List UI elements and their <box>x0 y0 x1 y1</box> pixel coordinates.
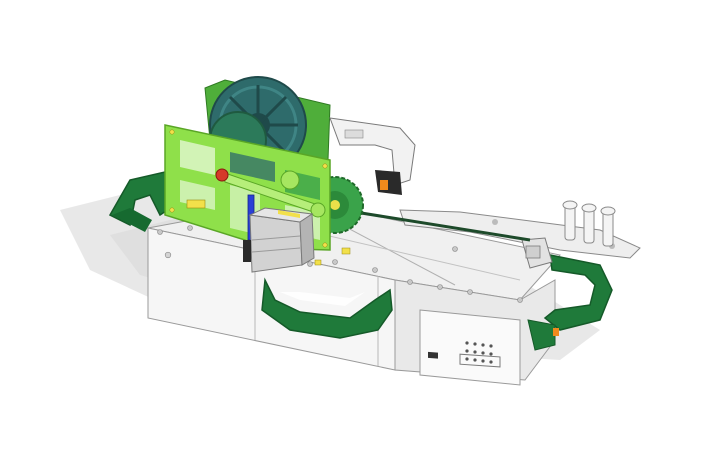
3d-viewport[interactable] <box>0 0 725 453</box>
stepper-motor <box>243 207 315 273</box>
machine-model <box>60 76 641 386</box>
